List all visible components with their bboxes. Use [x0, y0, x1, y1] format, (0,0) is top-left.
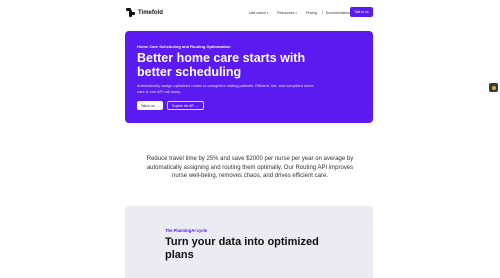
nav-divider [322, 10, 323, 15]
nav-item-use-cases[interactable]: Use cases ▾ [249, 11, 268, 15]
main-nav: Use cases ▾ Resources ▾ Pricing Document… [249, 10, 361, 15]
hero-subtitle: Automatically assign optimized routes to… [137, 83, 314, 94]
chevron-down-icon: ▾ [266, 10, 269, 15]
nav-item-label: Resources [277, 10, 295, 15]
hero-buttons: Talk to us → Explore the API → [137, 101, 204, 110]
hero-talk-button[interactable]: Talk to us → [137, 101, 164, 110]
button-label: Explore the API [172, 103, 195, 108]
planning-eyebrow: The PlanningAI cycle [165, 228, 208, 233]
nav-item-label: Documentation [325, 10, 350, 15]
header-talk-button[interactable]: Talk to us [350, 7, 373, 17]
nav-item-resources[interactable]: Resources ▾ [277, 11, 297, 15]
planning-cycle-card: The PlanningAI cycle Turn your data into… [125, 206, 373, 278]
arrow-right-icon: → [195, 103, 199, 108]
chevron-down-icon: ▾ [295, 10, 297, 15]
hero-banner: Home Care Scheduling and Routing Optimiz… [125, 31, 373, 123]
value-description: Reduce travel time by 25% and save $2000… [146, 156, 354, 180]
arrow-right-icon: → [155, 103, 160, 108]
timefold-logo-icon [126, 8, 135, 17]
hero-title: Better home care starts with better sche… [137, 51, 306, 79]
nav-item-label: Use cases [249, 10, 266, 15]
widget-dot [491, 85, 496, 90]
explore-api-button[interactable]: Explore the API → [167, 101, 204, 110]
button-label: Talk to us [141, 103, 155, 108]
brand-logo[interactable]: Timefold [126, 8, 163, 17]
hero-eyebrow: Home Care Scheduling and Routing Optimiz… [137, 44, 231, 49]
nav-item-documentation[interactable]: Documentation [326, 11, 350, 15]
site-header: Timefold Use cases ▾ Resources ▾ Pricing… [0, 0, 500, 26]
planning-title: Turn your data into optimized plans [165, 236, 319, 261]
nav-item-label: Pricing [306, 10, 317, 15]
nav-item-pricing[interactable]: Pricing [306, 11, 317, 15]
brand-name: Timefold [138, 9, 163, 16]
side-widget-icon[interactable] [489, 83, 498, 92]
